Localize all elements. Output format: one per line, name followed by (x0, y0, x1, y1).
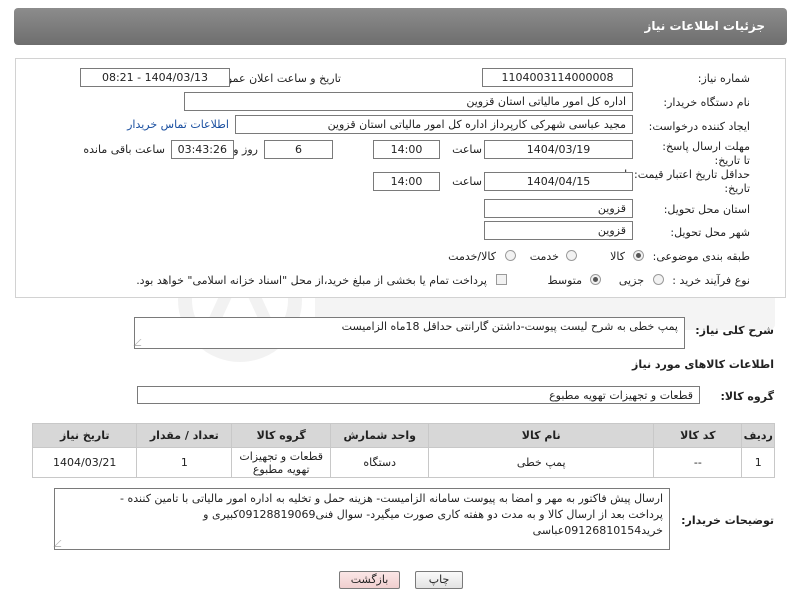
buyer-contact-link[interactable]: اطلاعات تماس خریدار (127, 118, 229, 131)
buyer-notes-line: پرداخت بعد از ارسال کالا و به مدت دو هفت… (203, 508, 663, 521)
buyer-org-label: نام دستگاه خریدار: (663, 96, 750, 109)
process-minor-radio[interactable] (653, 274, 664, 285)
cell-need-date: 1404/03/21 (31, 447, 138, 478)
page-title: جزئیات اطلاعات نیاز (644, 19, 765, 33)
process-minor-label: جزیی (618, 274, 644, 287)
summary-text: پمپ خطی به شرح لیست پیوست-داشتن گارانتی … (341, 320, 678, 333)
col-group-header: گروه کالا (231, 423, 332, 448)
time-remaining-label: ساعت باقی مانده (83, 143, 165, 156)
price-validity-label: حداقل تاریخ اعتبار قیمت: تا تاریخ: (624, 168, 750, 195)
buyer-notes-line: ارسال پیش فاکتور به مهر و امضا به پیوست … (120, 492, 663, 505)
delivery-city-field[interactable]: قزوین (484, 221, 633, 240)
goods-group-field[interactable]: قطعات و تجهیزات تهویه مطبوع (137, 386, 700, 404)
buyer-notes-textarea[interactable]: ارسال پیش فاکتور به مهر و امضا به پیوست … (53, 488, 670, 550)
buyer-notes-label: توضیحات خریدار: (681, 514, 774, 527)
cell-row-number: 1 (741, 447, 775, 478)
goods-section-title: اطلاعات کالاهای مورد نیاز (632, 358, 774, 371)
reply-date-field[interactable]: 1404/03/19 (484, 140, 633, 159)
summary-label: شرح کلی نیاز: (695, 324, 774, 337)
need-number-label: شماره نیاز: (697, 72, 750, 85)
col-code-header: کد کالا (653, 423, 743, 448)
price-validity-date-field[interactable]: 1404/04/15 (484, 172, 633, 191)
reply-deadline-label: مهلت ارسال پاسخ: تا تاریخ: (662, 140, 750, 167)
print-button[interactable]: چاپ (415, 571, 463, 589)
back-button[interactable]: بازگشت (339, 571, 400, 589)
table-header-row: ردیف کد کالا نام کالا واحد شمارش گروه کا… (31, 423, 775, 448)
reply-time-field[interactable]: 14:00 (373, 140, 440, 159)
cell-group: قطعات و تجهیزات تهویه مطبوع (231, 447, 332, 478)
col-name-header: نام کالا (428, 423, 655, 448)
goods-group-label: گروه کالا: (720, 390, 774, 403)
category-goods-service-radio[interactable] (505, 250, 516, 261)
buyer-org-field[interactable]: اداره کل امور مالیاتی استان قزوین (184, 92, 633, 111)
goods-table: ردیف کد کالا نام کالا واحد شمارش گروه کا… (31, 423, 775, 478)
col-unit-header: واحد شمارش (330, 423, 430, 448)
category-service-radio[interactable] (566, 250, 577, 261)
col-date-header: تاریخ نیاز (31, 423, 138, 448)
need-number-field[interactable]: 1104003114000008 (482, 68, 633, 87)
category-goods-radio[interactable] (633, 250, 644, 261)
col-qty-header: تعداد / مقدار (136, 423, 233, 448)
buyer-notes-line: خرید09126810154عباسی (532, 524, 663, 537)
requester-label: ایجاد کننده درخواست: (648, 120, 750, 133)
col-row-header: ردیف (741, 423, 775, 448)
treasury-payment-note: پرداخت تمام یا بخشی از مبلغ خرید،از محل … (136, 274, 487, 287)
delivery-province-label: استان محل تحویل: (663, 203, 750, 216)
delivery-city-label: شهر محل تحویل: (670, 226, 750, 239)
cell-name: پمپ خطی (428, 447, 655, 478)
announce-datetime-field[interactable]: 1404/03/13 - 08:21 (80, 68, 230, 87)
days-label: روز و (233, 143, 258, 156)
price-validity-time-field[interactable]: 14:00 (373, 172, 440, 191)
cell-quantity: 1 (136, 447, 233, 478)
page-header: جزئیات اطلاعات نیاز (14, 8, 787, 45)
cell-unit: دستگاه (330, 447, 430, 478)
process-medium-label: متوسط (547, 274, 582, 287)
process-type-label: نوع فرآیند خرید : (672, 274, 750, 287)
resize-handle-icon[interactable] (53, 540, 68, 547)
days-remaining-field[interactable]: 6 (264, 140, 333, 159)
process-medium-radio[interactable] (590, 274, 601, 285)
time-remaining-field[interactable]: 03:43:26 (171, 140, 234, 159)
treasury-payment-checkbox[interactable] (496, 274, 507, 285)
category-goods-label: کالا (610, 250, 625, 263)
delivery-province-field[interactable]: قزوین (484, 199, 633, 218)
category-goods-service-label: کالا/خدمت (448, 250, 496, 263)
reply-time-label: ساعت (452, 143, 482, 156)
resize-handle-icon[interactable] (133, 339, 148, 346)
summary-textarea[interactable]: پمپ خطی به شرح لیست پیوست-داشتن گارانتی … (133, 317, 685, 349)
category-label: طبقه بندی موضوعی: (652, 250, 750, 263)
price-validity-time-label: ساعت (452, 175, 482, 188)
requester-field[interactable]: مجید عباسی شهرکی کارپرداز اداره کل امور … (235, 115, 633, 134)
category-service-label: خدمت (529, 250, 559, 263)
cell-code: -- (653, 447, 743, 478)
table-row[interactable]: 1 -- پمپ خطی دستگاه قطعات و تجهیزات تهوی… (31, 447, 775, 478)
